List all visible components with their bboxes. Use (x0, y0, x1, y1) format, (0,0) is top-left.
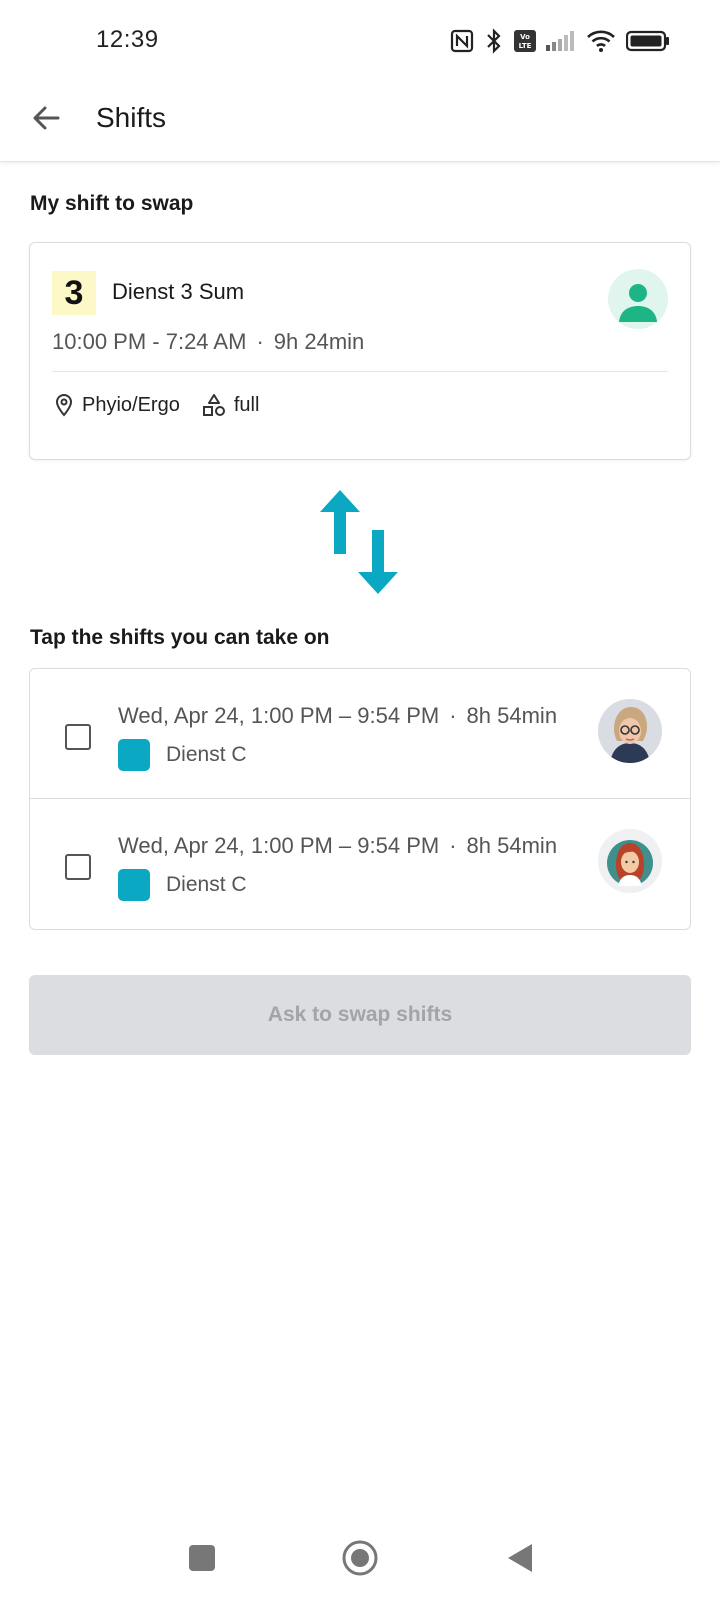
user-photo-avatar (598, 699, 662, 763)
candidate-shift-name: Dienst C (166, 873, 247, 896)
avatar (598, 829, 662, 893)
candidate-row[interactable]: Wed, Apr 24, 1:00 PM – 9:54 PM · 8h 54min … (30, 798, 690, 928)
time-separator: · (449, 833, 457, 858)
back-triangle-icon (508, 1544, 532, 1572)
shift-duration: 9h 24min (273, 329, 365, 354)
candidate-duration: 8h 54min (466, 833, 558, 858)
page-title: Shifts (96, 102, 167, 133)
shift-color-swatch (118, 739, 150, 771)
status-time: 12:39 (96, 26, 159, 53)
shift-meta: Phyio/Ergo full (54, 393, 281, 417)
back-nav-button[interactable] (498, 1536, 542, 1580)
ask-to-swap-button[interactable]: Ask to swap shifts (29, 975, 691, 1055)
candidate-time: Wed, Apr 24, 1:00 PM – 9:54 PM · 8h 54min (118, 703, 557, 729)
shift-badge: 3 (52, 271, 96, 315)
time-separator: · (256, 329, 264, 354)
status-bar: 12:39 Vo LTE (0, 0, 720, 80)
candidate-row[interactable]: Wed, Apr 24, 1:00 PM – 9:54 PM · 8h 54min … (30, 669, 690, 799)
candidate-duration: 8h 54min (466, 703, 558, 728)
my-shift-section-label: My shift to swap (30, 192, 194, 215)
user-illustration-avatar (598, 829, 662, 893)
avatar (598, 699, 662, 763)
system-nav-bar (0, 1516, 720, 1600)
location-pin-icon (55, 393, 73, 417)
candidate-shift-name: Dienst C (166, 743, 247, 766)
svg-text:Vo: Vo (520, 33, 530, 41)
candidate-time-range: Wed, Apr 24, 1:00 PM – 9:54 PM (118, 703, 440, 728)
avatar (608, 269, 668, 329)
recents-square-icon (189, 1545, 215, 1571)
wifi-icon (586, 29, 616, 53)
divider (52, 371, 668, 372)
nfc-icon (450, 29, 474, 53)
my-shift-card: 3 Dienst 3 Sum 10:00 PM - 7:24 AM · 9h 24m… (29, 242, 691, 460)
arrow-left-icon (33, 106, 60, 130)
location-label: Phyio/Ergo (82, 393, 180, 416)
user-placeholder-icon (619, 284, 657, 322)
candidate-list: Wed, Apr 24, 1:00 PM – 9:54 PM · 8h 54min … (29, 668, 691, 930)
shape-label: full (233, 393, 260, 416)
home-button[interactable] (338, 1536, 382, 1580)
shape-item: full (202, 393, 260, 417)
shift-name: Dienst 3 Sum (112, 279, 245, 304)
shift-time-range: 10:00 PM - 7:24 AM (52, 329, 247, 354)
svg-text:LTE: LTE (519, 42, 532, 50)
app-bar: Shifts (0, 80, 720, 162)
recents-button[interactable] (180, 1536, 224, 1580)
shift-time: 10:00 PM - 7:24 AM · 9h 24min (52, 329, 364, 355)
candidates-section-label: Tap the shifts you can take on (30, 626, 330, 649)
candidate-time-range: Wed, Apr 24, 1:00 PM – 9:54 PM (118, 833, 440, 858)
time-separator: · (449, 703, 457, 728)
status-icons: Vo LTE (450, 26, 670, 56)
shift-checkbox[interactable] (65, 854, 91, 880)
shapes-icon (202, 394, 225, 416)
swap-arrows-icon (320, 488, 398, 596)
volte-icon: Vo LTE (514, 30, 536, 52)
candidate-time: Wed, Apr 24, 1:00 PM – 9:54 PM · 8h 54min (118, 833, 557, 859)
location-item: Phyio/Ergo (54, 393, 180, 417)
bluetooth-icon (484, 28, 504, 54)
battery-icon (626, 30, 670, 52)
signal-icon (546, 31, 576, 51)
shift-checkbox[interactable] (65, 724, 91, 750)
shift-color-swatch (118, 869, 150, 901)
home-circle-icon (342, 1540, 378, 1576)
back-button[interactable] (22, 94, 70, 142)
